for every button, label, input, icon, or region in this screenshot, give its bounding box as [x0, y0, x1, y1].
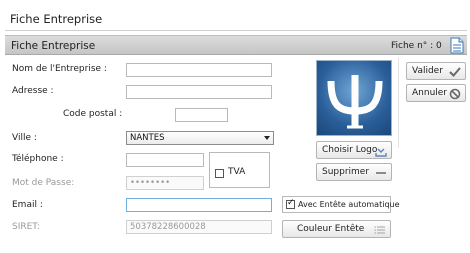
email-input[interactable] — [126, 198, 272, 212]
ville-selected-value: NANTES — [130, 133, 165, 143]
code-postal-label: Code postal : — [63, 109, 123, 119]
adresse-input[interactable] — [126, 85, 272, 99]
annuler-label: Annuler — [412, 88, 448, 98]
supprimer-button[interactable]: Supprimer — [316, 163, 392, 181]
nom-label: Nom de l'Entreprise : — [12, 64, 107, 74]
window-title: Fiche Entreprise — [10, 12, 103, 26]
email-label: Email : — [12, 200, 43, 210]
title-divider — [5, 30, 467, 31]
couleur-entete-button[interactable]: Couleur Entête — [282, 220, 391, 238]
entete-auto-checkbox[interactable] — [286, 198, 295, 209]
minus-icon — [376, 172, 386, 174]
cancel-icon — [449, 88, 461, 100]
download-tray-icon — [375, 148, 387, 157]
code-postal-input[interactable] — [175, 108, 228, 122]
psi-logo-icon — [327, 75, 383, 129]
logo-image — [316, 60, 392, 136]
telephone-input[interactable] — [126, 153, 204, 167]
checkmark-icon — [449, 67, 461, 77]
tva-group: TVA — [209, 152, 270, 188]
vertical-divider — [398, 58, 399, 148]
ville-label: Ville : — [12, 133, 37, 143]
supprimer-label: Supprimer — [322, 167, 370, 177]
list-lines-icon — [374, 226, 385, 234]
choisir-logo-button[interactable]: Choisir Logo — [316, 141, 392, 159]
siret-label: SIRET: — [12, 222, 40, 232]
section-title: Fiche Entreprise — [11, 40, 96, 52]
adresse-label: Adresse : — [12, 86, 54, 96]
tva-label: TVA — [228, 167, 246, 177]
couleur-entete-label: Couleur Entête — [297, 224, 365, 234]
entete-auto-group: Avec Entête automatique — [282, 196, 400, 213]
siret-input[interactable] — [126, 220, 272, 234]
valider-button[interactable]: Valider — [406, 62, 466, 80]
entete-auto-label: Avec Entête automatique — [298, 200, 400, 209]
mot-de-passe-input[interactable] — [126, 176, 204, 190]
valider-label: Valider — [412, 66, 443, 76]
choisir-logo-label: Choisir Logo — [322, 145, 378, 155]
section-header: Fiche Entreprise Fiche n° : 0 — [5, 35, 467, 55]
fiche-number: Fiche n° : 0 — [391, 41, 442, 51]
annuler-button[interactable]: Annuler — [406, 84, 466, 102]
nom-input[interactable] — [126, 63, 272, 77]
chevron-down-icon — [264, 136, 270, 140]
ville-select[interactable]: NANTES — [126, 131, 274, 145]
telephone-label: Téléphone : — [12, 154, 64, 164]
document-icon[interactable] — [450, 37, 464, 54]
mot-de-passe-label: Mot de Passe: — [12, 178, 75, 188]
tva-checkbox[interactable] — [215, 169, 224, 178]
